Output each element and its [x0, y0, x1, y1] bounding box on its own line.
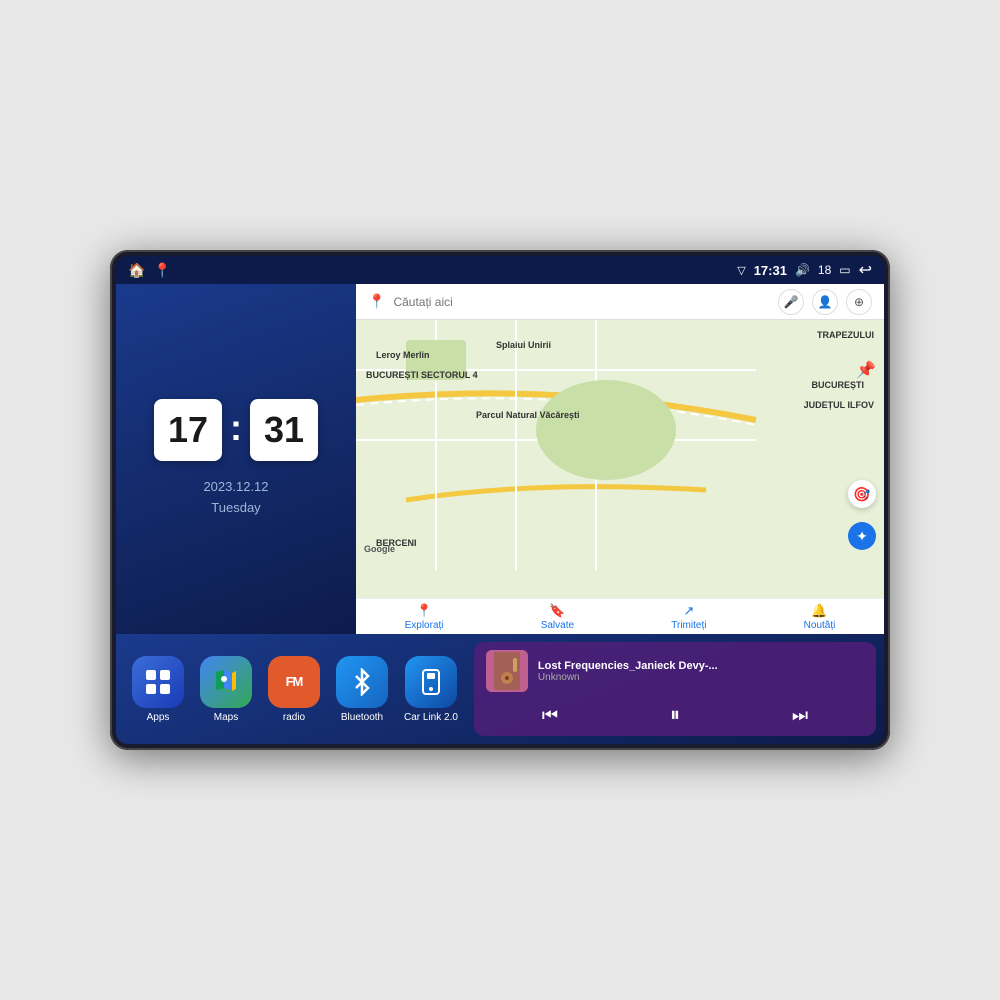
maps-icon: [200, 656, 252, 708]
map-pin-red: 📌: [856, 360, 876, 380]
news-label: Noutăți: [804, 620, 836, 631]
news-icon: 🔔: [811, 603, 827, 619]
volume-icon: 🔊: [795, 263, 810, 277]
trapezului-label: TRAPEZULUI: [817, 330, 874, 340]
status-right-info: ▽ 17:31 🔊 18 ▭ ↩: [737, 260, 872, 280]
next-button[interactable]: ⏭: [780, 701, 820, 730]
location-icon[interactable]: 📍: [153, 262, 170, 279]
map-tab-share[interactable]: ↗ Trimiteți: [671, 603, 706, 631]
music-title: Lost Frequencies_Janieck Devy-...: [538, 660, 864, 672]
saved-label: Salvate: [541, 620, 574, 631]
app-icon-wrapper-bluetooth[interactable]: Bluetooth: [336, 656, 388, 723]
car-display: 🏠 📍 ▽ 17:31 🔊 18 ▭ ↩ 17 : 31: [110, 250, 890, 750]
leroy-label: Leroy Merlin: [376, 350, 430, 360]
prev-button[interactable]: ⏮: [530, 701, 570, 730]
maps-label: Maps: [214, 712, 238, 723]
home-icon[interactable]: 🏠: [128, 262, 145, 279]
status-time: 17:31: [754, 263, 787, 278]
carlink-icon: [405, 656, 457, 708]
map-bottom-bar: 📍 Explorați 🔖 Salvate ↗ Trimiteți 🔔 Nout…: [356, 598, 884, 634]
clock-hours: 17: [154, 399, 222, 461]
battery-icon: ▭: [839, 263, 850, 277]
map-tab-saved[interactable]: 🔖 Salvate: [541, 603, 574, 631]
music-artist: Unknown: [538, 672, 864, 683]
explore-label: Explorați: [405, 620, 444, 631]
screen: 🏠 📍 ▽ 17:31 🔊 18 ▭ ↩ 17 : 31: [116, 256, 884, 744]
share-icon: ↗: [683, 603, 694, 619]
my-location-button[interactable]: 🎯: [848, 480, 876, 508]
clock-colon: :: [230, 407, 242, 449]
bucuresti-label: BUCUREȘTI: [811, 380, 864, 390]
explore-icon: 📍: [416, 603, 432, 619]
apps-label: Apps: [147, 712, 170, 723]
radio-label: radio: [283, 712, 305, 723]
status-bar: 🏠 📍 ▽ 17:31 🔊 18 ▭ ↩: [116, 256, 884, 284]
maps-logo-icon: 📍: [368, 293, 385, 310]
parc-label: Parcul Natural Văcărești: [476, 410, 580, 420]
clock-widget: 17 : 31: [154, 399, 318, 461]
carlink-label: Car Link 2.0: [404, 712, 458, 723]
map-tab-explore[interactable]: 📍 Explorați: [405, 603, 444, 631]
music-top: Lost Frequencies_Janieck Devy-... Unknow…: [486, 650, 864, 692]
back-icon[interactable]: ↩: [859, 260, 872, 280]
map-tab-news[interactable]: 🔔 Noutăți: [804, 603, 836, 631]
music-info: Lost Frequencies_Janieck Devy-... Unknow…: [538, 660, 864, 683]
play-pause-button[interactable]: ⏸: [658, 700, 692, 731]
map-panel[interactable]: 📍 🎤 👤 ⊕: [356, 284, 884, 634]
map-svg: [356, 320, 884, 598]
bluetooth-label: Bluetooth: [341, 712, 383, 723]
date-line2: Tuesday: [203, 498, 268, 519]
app-icon-wrapper-carlink[interactable]: Car Link 2.0: [404, 656, 458, 723]
bluetooth-icon: [336, 656, 388, 708]
music-controls: ⏮ ⏸ ⏭: [486, 696, 864, 735]
date-display: 2023.12.12 Tuesday: [203, 477, 268, 519]
layers-icon[interactable]: ⊕: [846, 289, 872, 315]
google-logo: Google: [364, 544, 395, 554]
mic-icon[interactable]: 🎤: [778, 289, 804, 315]
music-thumbnail: [486, 650, 528, 692]
date-line1: 2023.12.12: [203, 477, 268, 498]
clock-panel: 17 : 31 2023.12.12 Tuesday: [116, 284, 356, 634]
sector4-label: BUCUREȘTI SECTORUL 4: [366, 370, 478, 380]
app-icon-wrapper-apps[interactable]: Apps: [132, 656, 184, 723]
status-left-icons: 🏠 📍: [128, 262, 171, 279]
map-search-icons: 🎤 👤 ⊕: [778, 289, 872, 315]
judet-label: JUDEȚUL ILFOV: [804, 400, 874, 410]
signal-icon: ▽: [737, 264, 745, 277]
clock-minutes: 31: [250, 399, 318, 461]
navigation-button[interactable]: ✦: [848, 522, 876, 550]
saved-icon: 🔖: [549, 603, 565, 619]
radio-icon: FM: [268, 656, 320, 708]
battery-level: 18: [818, 263, 831, 277]
account-icon[interactable]: 👤: [812, 289, 838, 315]
share-label: Trimiteți: [671, 620, 706, 631]
apps-section: Apps Maps FM: [116, 634, 474, 744]
main-content: 17 : 31 2023.12.12 Tuesday 📍 🎤 👤: [116, 284, 884, 634]
app-icon-wrapper-radio[interactable]: FM radio: [268, 656, 320, 723]
map-background: TRAPEZULUI BUCUREȘTI JUDEȚUL ILFOV BERCE…: [356, 320, 884, 598]
splai-label: Splaiui Unirii: [496, 340, 551, 350]
map-body[interactable]: TRAPEZULUI BUCUREȘTI JUDEȚUL ILFOV BERCE…: [356, 320, 884, 598]
bottom-bar: Apps Maps FM: [116, 634, 884, 744]
map-search-input[interactable]: [393, 295, 770, 309]
apps-icon: [132, 656, 184, 708]
app-icon-wrapper-maps[interactable]: Maps: [200, 656, 252, 723]
music-player: Lost Frequencies_Janieck Devy-... Unknow…: [474, 642, 876, 736]
map-search-bar[interactable]: 📍 🎤 👤 ⊕: [356, 284, 884, 320]
